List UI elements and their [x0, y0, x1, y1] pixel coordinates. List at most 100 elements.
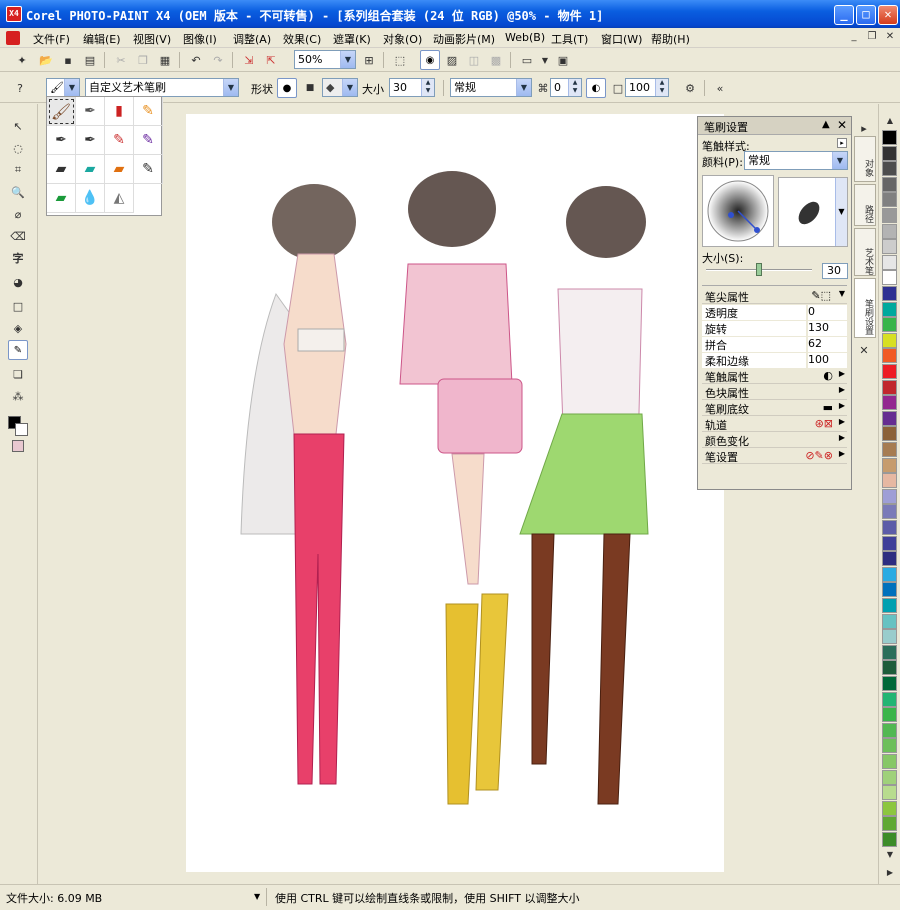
color-swatch[interactable] [882, 348, 897, 364]
section-tip-properties[interactable]: 笔尖属性 ✎⬚ ▼ [702, 289, 847, 304]
brush-preset-2[interactable]: ✒ [76, 97, 105, 126]
color-swatch[interactable] [882, 754, 897, 769]
menu-window[interactable]: 窗口(W) [601, 31, 642, 47]
zoom-level-combo[interactable]: 50% ▼ [294, 50, 356, 69]
brush-preset-15[interactable]: ◭ [105, 184, 134, 213]
brush-preset-8[interactable]: ✎ [134, 126, 163, 155]
brush-preset-9[interactable]: ▰ [47, 155, 76, 184]
section-brush-texture[interactable]: 笔刷底纹 ▬ ▶ [702, 401, 847, 416]
palette-scroll-down-icon[interactable]: ▼ [882, 846, 898, 862]
double-chevron-left-icon[interactable]: « [712, 80, 728, 96]
zoom-tool-icon[interactable]: 🔍 [10, 184, 26, 200]
preview-scrollbar[interactable]: ▼ [835, 178, 847, 246]
color-swatch[interactable] [882, 208, 897, 223]
chevron-right-icon[interactable]: ▶ [839, 401, 845, 410]
color-swatch[interactable] [882, 722, 897, 738]
eraser-tool-icon[interactable]: ⌫ [10, 228, 26, 244]
property-value-input[interactable]: 62 [808, 337, 847, 352]
chevron-right-icon[interactable]: ▶ [839, 449, 845, 458]
doc-restore-icon[interactable]: ❐ [864, 30, 880, 45]
doc-minimize-icon[interactable]: _ [846, 30, 862, 45]
brush-preset-12[interactable]: ✎ [134, 155, 163, 184]
menu-help[interactable]: 帮助(H) [651, 31, 690, 47]
close-button[interactable]: ✕ [878, 5, 898, 25]
color-swatch[interactable] [882, 473, 897, 489]
copy-icon[interactable]: ❐ [135, 52, 151, 68]
status-toggle-icon[interactable]: ▼ [254, 892, 260, 901]
document-icon[interactable] [6, 31, 20, 45]
property-value-input[interactable]: 0 [808, 305, 847, 320]
color-swatch[interactable] [882, 161, 897, 177]
menu-mask[interactable]: 遮罩(K) [333, 31, 371, 47]
property-value-input[interactable]: 130 [808, 321, 847, 336]
color-swatch[interactable] [882, 769, 897, 785]
color-swatch[interactable] [882, 426, 897, 442]
color-swatch[interactable] [882, 535, 897, 551]
color-swatch[interactable] [882, 239, 897, 255]
tab-brush-settings[interactable]: 笔刷设置 [854, 278, 876, 338]
mask-mode-icon[interactable]: ▩ [488, 52, 504, 68]
section-orbits[interactable]: 轨道 ⊛⊠ ▶ [702, 417, 847, 432]
print-icon[interactable]: ▤ [82, 52, 98, 68]
open-file-icon[interactable]: 📂 [38, 52, 54, 68]
application-launcher-icon[interactable]: ▭ [519, 52, 535, 68]
mask-overlay-icon[interactable]: ▨ [444, 52, 460, 68]
section-dab-attributes[interactable]: 色块属性 ▶ [702, 385, 847, 400]
section-color-variation[interactable]: 颜色变化 ▶ [702, 433, 847, 448]
color-swatch[interactable] [882, 286, 897, 301]
background-color-swatch[interactable] [15, 423, 28, 436]
folder-icon[interactable]: ▬ [823, 401, 833, 414]
menu-effects[interactable]: 效果(C) [283, 31, 321, 47]
spin-arrows-icon[interactable]: ▲ ▼ [421, 79, 434, 96]
color-swatch[interactable] [882, 613, 897, 629]
color-swatch[interactable] [882, 130, 897, 145]
menu-adjust[interactable]: 调整(A) [233, 31, 271, 47]
crop-tool-icon[interactable]: ⌗ [10, 162, 26, 178]
color-swatch[interactable] [882, 488, 897, 504]
mask-tool-icon[interactable]: ◌ [10, 140, 26, 156]
fill-color-swatch[interactable] [12, 440, 24, 452]
chevron-right-icon[interactable]: ▶ [839, 433, 845, 442]
color-swatch[interactable] [882, 301, 897, 317]
color-swatch[interactable] [882, 254, 897, 270]
color-swatch[interactable] [882, 176, 897, 192]
undo-icon[interactable]: ↶ [188, 52, 204, 68]
size-spinbox[interactable]: 30 ▲ ▼ [389, 78, 435, 97]
tab-objects[interactable]: 对象 [854, 136, 876, 182]
brush-category-combo[interactable]: 🖌 ▼ [46, 78, 80, 97]
transparency-spinbox[interactable]: 0 ▲ ▼ [550, 78, 582, 97]
chevron-right-icon[interactable]: ▶ [839, 369, 845, 378]
brush-settings-icon[interactable]: ⚙ [682, 80, 698, 96]
spin-arrows-icon[interactable]: ▲ ▼ [568, 79, 581, 96]
color-swatch[interactable] [882, 598, 897, 613]
paste-icon[interactable]: ▦ [157, 52, 173, 68]
chevron-down-icon[interactable]: ▼ [839, 289, 845, 298]
menu-edit[interactable]: 编辑(E) [83, 31, 121, 47]
dock-arrow-icon[interactable]: ▸ [856, 120, 872, 136]
redo-icon[interactable]: ↷ [210, 52, 226, 68]
pick-tool-icon[interactable]: ↖ [10, 118, 26, 134]
title-bar[interactable]: X4 Corel PHOTO-PAINT X4 (OEM 版本 - 不可转售) … [0, 0, 900, 28]
fill-tool-icon[interactable]: ◈ [10, 320, 26, 336]
brush-preset-7[interactable]: ✎ [105, 126, 134, 155]
anti-alias-button[interactable]: ◐ [586, 78, 606, 98]
menu-view[interactable]: 视图(V) [133, 31, 171, 47]
import-icon[interactable]: ⇲ [241, 52, 257, 68]
color-swatch[interactable] [882, 410, 897, 426]
nib-style-menu-icon[interactable]: ▸ [837, 138, 847, 148]
chevron-down-icon[interactable]: ▼ [537, 52, 553, 68]
chevron-down-icon[interactable]: ▼ [832, 152, 847, 169]
mask-marquee-icon[interactable]: ◫ [466, 52, 482, 68]
color-swatch[interactable] [882, 691, 897, 707]
chevron-down-icon[interactable]: ▼ [340, 51, 355, 68]
color-swatch[interactable] [882, 317, 897, 333]
orbits-icon[interactable]: ⊛⊠ [815, 417, 833, 430]
brush-preset-10[interactable]: ▰ [76, 155, 105, 184]
section-stroke-attributes[interactable]: 笔触属性 ◐ ▶ [702, 369, 847, 384]
docker-size-input[interactable]: 30 [822, 263, 848, 279]
rectangle-tool-icon[interactable]: □ [10, 298, 26, 314]
color-swatch[interactable] [882, 520, 897, 535]
color-swatch[interactable] [882, 192, 897, 208]
merge-mode-combo[interactable]: 常规 ▼ [450, 78, 532, 97]
collapse-icon[interactable]: ▲ [822, 119, 830, 130]
